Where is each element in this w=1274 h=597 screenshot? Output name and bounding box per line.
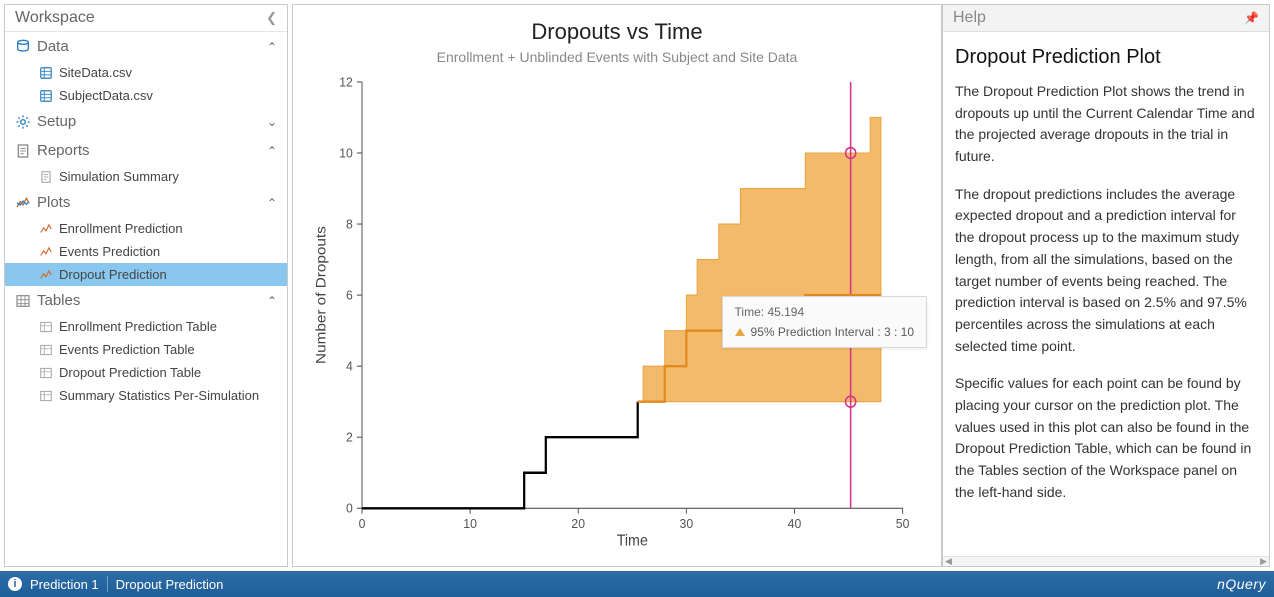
chart-subtitle: Enrollment + Unblinded Events with Subje… <box>311 49 923 65</box>
table-item-icon <box>39 366 53 380</box>
tooltip-series-label: 95% Prediction Interval : <box>751 325 881 339</box>
chart-stage[interactable]: 0 10 20 30 40 50 0 2 4 6 8 10 12 Time Number of Dropou… <box>311 71 923 552</box>
svg-text:2: 2 <box>346 430 353 444</box>
file-subjectdata-label: SubjectData.csv <box>59 88 153 103</box>
csv-file-icon <box>39 66 53 80</box>
pin-icon[interactable]: 📌 <box>1244 11 1259 25</box>
svg-text:0: 0 <box>359 517 366 531</box>
plot-icon <box>15 195 31 211</box>
plot-events-label: Events Prediction <box>59 244 160 259</box>
info-icon[interactable]: i <box>8 577 22 591</box>
section-data[interactable]: Data ⌃ <box>5 32 287 61</box>
csv-file-icon <box>39 89 53 103</box>
report-icon <box>15 143 31 159</box>
chevron-up-icon: ⌃ <box>267 196 277 210</box>
svg-text:10: 10 <box>463 517 477 531</box>
table-enrollment[interactable]: Enrollment Prediction Table <box>5 315 287 338</box>
plot-enrollment-prediction[interactable]: Enrollment Prediction <box>5 217 287 240</box>
tooltip-time-value: 45.194 <box>767 305 804 319</box>
help-body: Dropout Prediction Plot The Dropout Pred… <box>943 32 1269 556</box>
tooltip-time-label: Time: <box>735 305 765 319</box>
table-summary-stats[interactable]: Summary Statistics Per-Simulation <box>5 384 287 407</box>
file-sitedata-label: SiteData.csv <box>59 65 132 80</box>
brand-text: Query <box>1225 576 1266 592</box>
report-item-icon <box>39 170 53 184</box>
table-item-icon <box>39 343 53 357</box>
svg-text:10: 10 <box>339 146 353 160</box>
plot-events-prediction[interactable]: Events Prediction <box>5 240 287 263</box>
svg-text:30: 30 <box>680 517 694 531</box>
plot-item-icon <box>39 268 53 282</box>
report-simulation-summary[interactable]: Simulation Summary <box>5 165 287 188</box>
workspace-sidebar: Workspace ❮ Data ⌃ SiteData.csv SubjectD… <box>4 4 288 567</box>
chevron-down-icon: ⌄ <box>267 115 277 129</box>
brand-logo: nQuery <box>1217 576 1266 592</box>
plot-dropout-prediction[interactable]: Dropout Prediction <box>5 263 287 286</box>
chart-tooltip: Time: 45.194 95% Prediction Interval : 3… <box>722 296 927 348</box>
section-plots[interactable]: Plots ⌃ <box>5 188 287 217</box>
section-setup[interactable]: Setup ⌄ <box>5 107 287 136</box>
help-paragraph-1: The Dropout Prediction Plot shows the tr… <box>955 81 1257 168</box>
plot-enrollment-label: Enrollment Prediction <box>59 221 183 236</box>
database-icon <box>15 39 31 55</box>
svg-text:6: 6 <box>346 288 353 302</box>
help-heading: Dropout Prediction Plot <box>955 42 1257 73</box>
help-paragraph-2: The dropout predictions includes the ave… <box>955 184 1257 358</box>
svg-text:0: 0 <box>346 501 353 515</box>
workspace-header[interactable]: Workspace ❮ <box>5 5 287 32</box>
table-events[interactable]: Events Prediction Table <box>5 338 287 361</box>
table-enrollment-label: Enrollment Prediction Table <box>59 319 217 334</box>
help-horizontal-scrollbar[interactable]: ◀ ▶ <box>943 556 1269 566</box>
section-plots-label: Plots <box>37 194 70 211</box>
status-prediction-label: Prediction 1 <box>30 577 99 592</box>
workspace-title: Workspace <box>15 9 95 27</box>
chevron-up-icon: ⌃ <box>267 294 277 308</box>
section-tables[interactable]: Tables ⌃ <box>5 286 287 315</box>
tooltip-series-value: 3 : 10 <box>884 325 914 339</box>
status-plot-label: Dropout Prediction <box>116 577 224 592</box>
svg-text:20: 20 <box>571 517 585 531</box>
help-title-label: Help <box>953 9 986 27</box>
file-sitedata[interactable]: SiteData.csv <box>5 61 287 84</box>
table-icon <box>15 293 31 309</box>
chart-panel: Dropouts vs Time Enrollment + Unblinded … <box>292 4 942 567</box>
collapse-left-icon[interactable]: ❮ <box>266 10 277 26</box>
plot-item-icon <box>39 222 53 236</box>
table-summary-stats-label: Summary Statistics Per-Simulation <box>59 388 259 403</box>
gear-icon <box>15 114 31 130</box>
section-reports[interactable]: Reports ⌃ <box>5 136 287 165</box>
plot-item-icon <box>39 245 53 259</box>
status-bar: i Prediction 1 Dropout Prediction nQuery <box>0 571 1274 597</box>
scroll-left-icon[interactable]: ◀ <box>945 556 952 567</box>
help-paragraph-3: Specific values for each point can be fo… <box>955 373 1257 503</box>
chevron-up-icon: ⌃ <box>267 144 277 158</box>
svg-text:8: 8 <box>346 217 353 231</box>
section-tables-label: Tables <box>37 292 80 309</box>
chevron-up-icon: ⌃ <box>267 40 277 54</box>
help-header[interactable]: Help 📌 <box>943 5 1269 32</box>
report-simulation-summary-label: Simulation Summary <box>59 169 179 184</box>
svg-text:Time: Time <box>617 533 648 550</box>
chart-title: Dropouts vs Time <box>311 19 923 45</box>
section-setup-label: Setup <box>37 113 76 130</box>
svg-text:12: 12 <box>339 75 353 89</box>
triangle-up-icon <box>735 328 745 336</box>
section-reports-label: Reports <box>37 142 90 159</box>
svg-text:50: 50 <box>896 517 910 531</box>
table-item-icon <box>39 320 53 334</box>
status-separator <box>107 576 108 592</box>
file-subjectdata[interactable]: SubjectData.csv <box>5 84 287 107</box>
svg-text:4: 4 <box>346 359 353 373</box>
plot-dropout-label: Dropout Prediction <box>59 267 167 282</box>
table-events-label: Events Prediction Table <box>59 342 195 357</box>
table-item-icon <box>39 389 53 403</box>
svg-text:40: 40 <box>788 517 802 531</box>
scroll-right-icon[interactable]: ▶ <box>1260 556 1267 567</box>
section-data-label: Data <box>37 38 69 55</box>
table-dropout-label: Dropout Prediction Table <box>59 365 201 380</box>
help-panel: Help 📌 Dropout Prediction Plot The Dropo… <box>942 4 1270 567</box>
table-dropout[interactable]: Dropout Prediction Table <box>5 361 287 384</box>
svg-text:Number of Dropouts: Number of Dropouts <box>314 226 329 364</box>
